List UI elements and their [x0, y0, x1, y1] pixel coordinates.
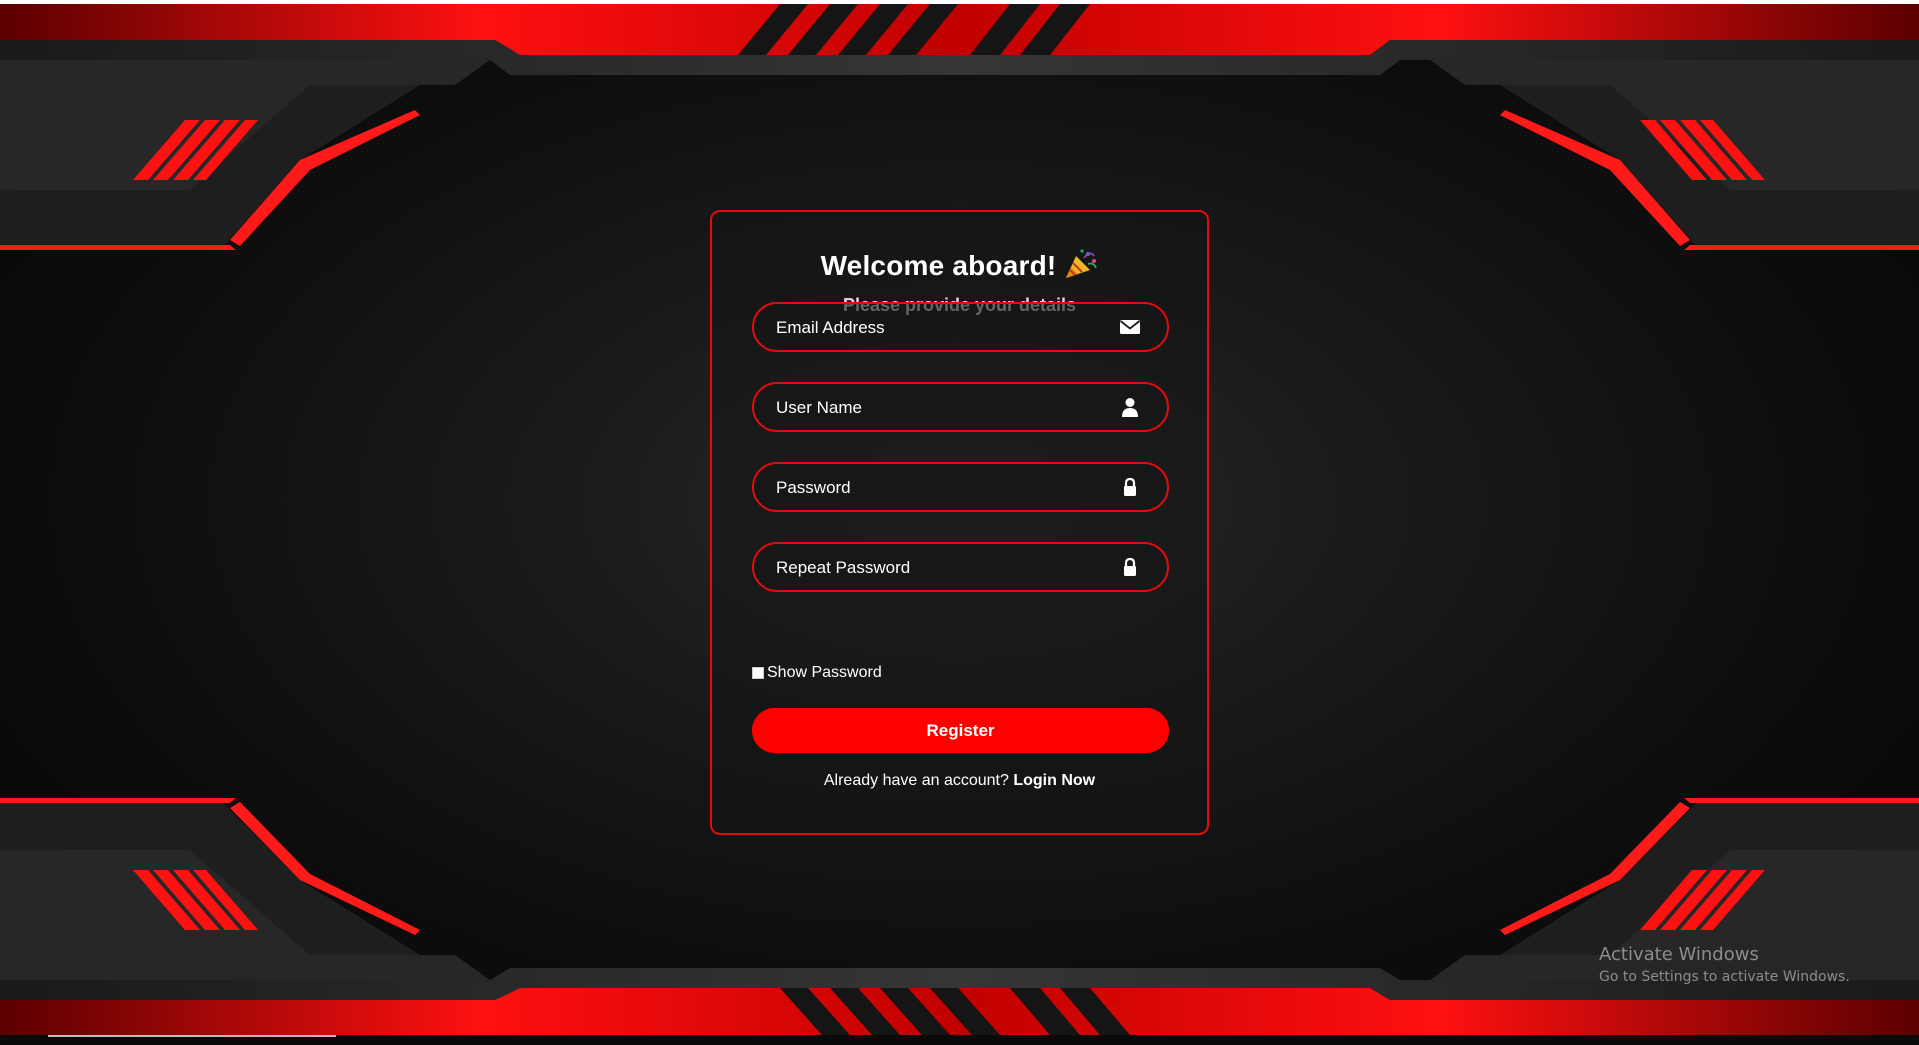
password-input[interactable] [774, 464, 1108, 512]
party-popper-icon [1066, 249, 1098, 278]
top-edge [0, 0, 1919, 4]
email-field[interactable] [752, 302, 1169, 352]
bottom-strip-highlight [48, 1035, 336, 1037]
login-prompt-row: Already have an account? Login Now [712, 772, 1207, 790]
register-button[interactable]: Register [752, 708, 1169, 753]
show-password-checkbox[interactable] [752, 667, 764, 679]
repeat-password-field[interactable] [752, 542, 1169, 592]
password-field[interactable] [752, 462, 1169, 512]
bottom-strip [0, 1035, 1919, 1045]
email-input[interactable] [774, 304, 1108, 352]
username-field[interactable] [752, 382, 1169, 432]
login-prompt-text: Already have an account? [823, 772, 1009, 789]
watermark-title: Activate Windows [1599, 944, 1759, 965]
title-text: Welcome aboard! [820, 250, 1057, 281]
envelope-icon [1119, 320, 1141, 334]
watermark-subtitle: Go to Settings to activate Windows. [1599, 969, 1850, 985]
page-title: Welcome aboard! [712, 248, 1207, 282]
page-background: Welcome aboard! Please provide your deta… [0, 0, 1919, 1045]
show-password-label: Show Password [767, 664, 882, 681]
user-icon [1122, 398, 1138, 417]
register-card: Welcome aboard! Please provide your deta… [710, 210, 1209, 835]
login-now-link[interactable]: Login Now [1013, 772, 1095, 789]
lock-icon [1124, 557, 1136, 576]
lock-icon [1124, 477, 1136, 496]
show-password-toggle[interactable]: Show Password [752, 663, 882, 683]
activate-windows-watermark: Activate Windows Go to Settings to activ… [1599, 944, 1850, 985]
repeat-password-input[interactable] [774, 544, 1108, 592]
username-input[interactable] [774, 384, 1108, 432]
